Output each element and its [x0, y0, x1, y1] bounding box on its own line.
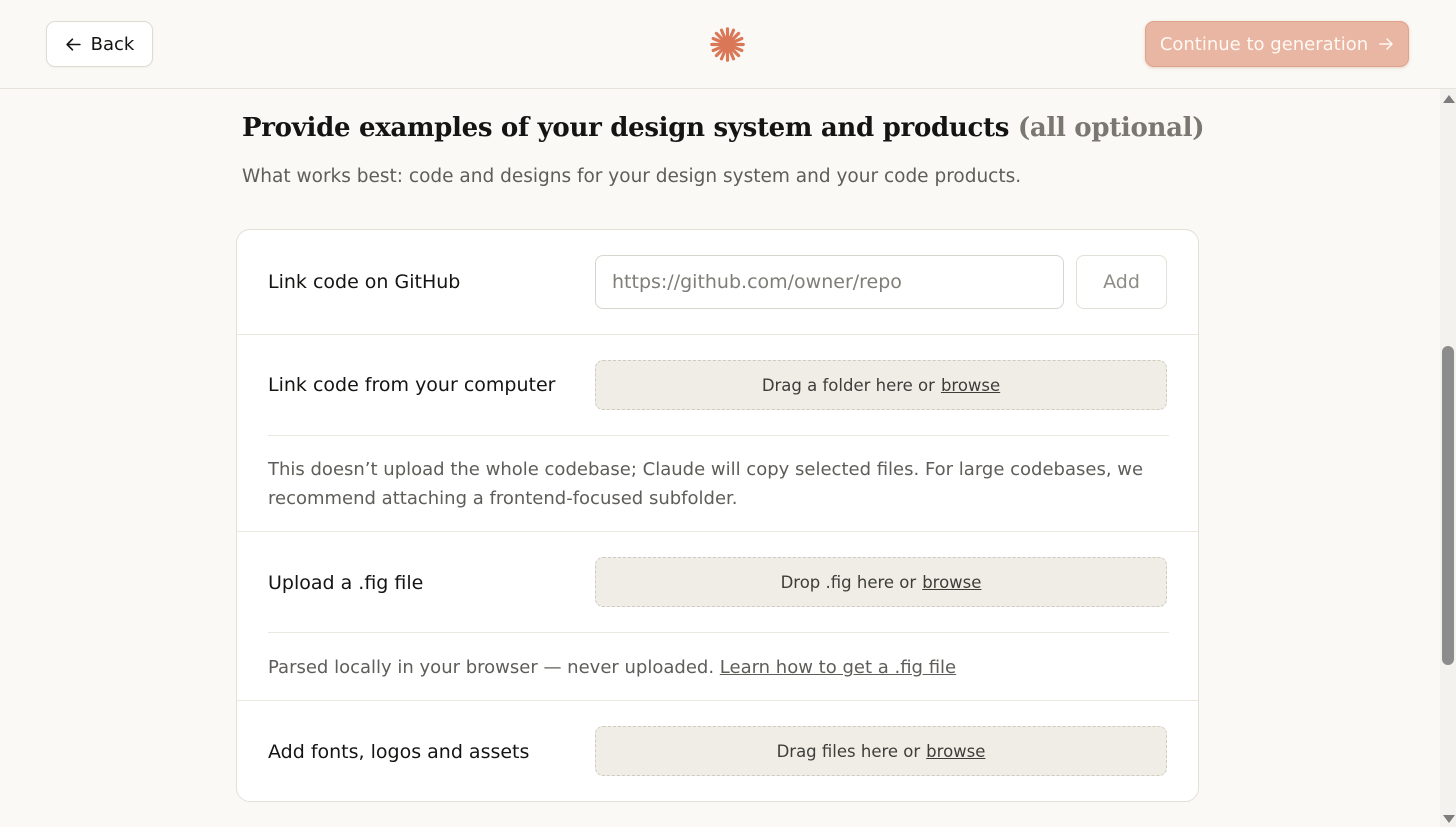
assets-browse-link[interactable]: browse	[926, 742, 985, 761]
fig-label: Upload a .fig file	[268, 572, 424, 594]
scrollbar-thumb[interactable]	[1442, 346, 1454, 665]
fig-note-text: Parsed locally in your browser — never u…	[268, 657, 715, 678]
back-button-label: Back	[90, 33, 135, 55]
fig-browse-link[interactable]: browse	[922, 573, 981, 592]
folder-dropzone[interactable]: Drag a folder here or browse	[595, 360, 1167, 410]
computer-note: This doesn’t upload the whole codebase; …	[268, 459, 1144, 509]
fig-dropzone[interactable]: Drop .fig here or browse	[595, 557, 1167, 607]
computer-label: Link code from your computer	[268, 374, 556, 396]
divider	[237, 531, 1198, 532]
fig-note: Parsed locally in your browser — never u…	[268, 653, 1148, 682]
back-button[interactable]: Back	[46, 21, 153, 67]
arrow-right-icon	[1379, 38, 1393, 50]
page-subtitle: What works best: code and designs for yo…	[242, 166, 1022, 187]
page-title: Provide examples of your design system a…	[242, 113, 1205, 143]
top-bar: Back Continue to generation	[0, 0, 1456, 89]
divider	[268, 632, 1169, 633]
assets-dropzone[interactable]: Drag files here or browse	[595, 726, 1167, 776]
folder-dropzone-text: Drag a folder here or	[761, 375, 935, 395]
continue-button-label: Continue to generation	[1159, 33, 1369, 55]
github-url-input[interactable]	[595, 255, 1064, 309]
sources-card: Link code on GitHub Add Link code from y…	[236, 229, 1199, 802]
assets-dropzone-text: Drag files here or	[776, 741, 921, 761]
divider	[237, 700, 1198, 701]
scrollbar[interactable]	[1440, 89, 1456, 827]
assets-label: Add fonts, logos and assets	[268, 741, 530, 763]
claude-logo-icon	[710, 27, 745, 62]
add-github-button[interactable]: Add	[1076, 255, 1167, 309]
divider	[268, 435, 1169, 436]
github-label: Link code on GitHub	[268, 271, 461, 293]
scroll-down-arrow-icon[interactable]	[1443, 815, 1455, 823]
fig-dropzone-text: Drop .fig here or	[780, 572, 917, 592]
folder-browse-link[interactable]: browse	[941, 376, 1000, 395]
divider	[237, 334, 1198, 335]
page-title-optional: (all optional)	[1017, 113, 1205, 143]
fig-learn-link[interactable]: Learn how to get a .fig file	[720, 657, 956, 678]
continue-to-generation-button[interactable]: Continue to generation	[1145, 21, 1409, 67]
arrow-left-icon	[65, 37, 81, 51]
scroll-up-arrow-icon[interactable]	[1443, 95, 1455, 103]
page-title-main: Provide examples of your design system a…	[242, 113, 1010, 143]
